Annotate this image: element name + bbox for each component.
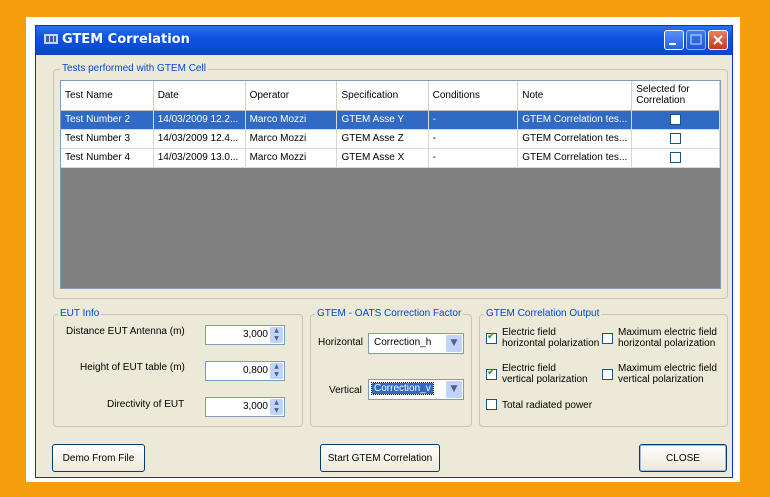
cell-conditions: - — [428, 129, 519, 149]
distance-label: Distance EUT Antenna (m) — [66, 326, 185, 337]
maximize-icon — [690, 34, 702, 45]
correlation-output-legend: GTEM Correlation Output — [484, 308, 602, 319]
efield-vertical-line1: Electric field — [502, 363, 556, 374]
cell-note: GTEM Correlation tes... — [517, 129, 633, 149]
cell-specification: GTEM Asse X — [336, 148, 429, 168]
max-efield-horizontal-checkbox[interactable] — [602, 333, 613, 344]
cell-operator: Marco Mozzi — [245, 148, 338, 168]
height-label: Height of EUT table (m) — [80, 362, 185, 373]
cell-date: 14/03/2009 12.4... — [153, 129, 246, 149]
close-icon — [713, 35, 723, 45]
window-title: GTEM Correlation — [62, 32, 190, 47]
directivity-label: Directivity of EUT — [107, 399, 185, 410]
correction-factor-group: GTEM - OATS Correction Factor — [310, 308, 472, 427]
close-window-button[interactable] — [708, 30, 728, 50]
col-header-conditions[interactable]: Conditions — [428, 81, 519, 111]
efield-horizontal-label: Electric field horizontal polarization — [502, 327, 599, 349]
chevron-down-icon[interactable]: ▼ — [446, 381, 462, 398]
close-button[interactable]: CLOSE — [639, 444, 727, 472]
distance-spinner[interactable]: 3,000 ▲ ▼ — [205, 325, 285, 345]
height-spinner[interactable]: 0,800 ▲ ▼ — [205, 361, 285, 381]
select-checkbox[interactable] — [670, 113, 682, 125]
table-row[interactable]: Test Number 3 14/03/2009 12.4... Marco M… — [61, 129, 720, 149]
cell-date: 14/03/2009 12.2... — [153, 110, 246, 130]
cell-operator: Marco Mozzi — [245, 110, 338, 130]
col-header-note[interactable]: Note — [517, 81, 633, 111]
horizontal-label: Horizontal — [318, 337, 364, 348]
distance-value: 3,000 — [242, 329, 268, 340]
select-checkbox[interactable] — [670, 151, 682, 163]
max-efield-vertical-line2: vertical polarization — [618, 374, 704, 385]
maximize-button — [686, 30, 706, 50]
efield-vertical-checkbox[interactable] — [486, 367, 497, 380]
efield-vertical-label: Electric field vertical polarization — [502, 363, 588, 385]
table-row[interactable]: Test Number 2 14/03/2009 12.2... Marco M… — [61, 110, 720, 130]
max-efield-horizontal-label: Maximum electric field horizontal polariz… — [618, 327, 717, 349]
eut-info-legend: EUT Info — [58, 308, 102, 319]
cell-selected — [631, 148, 720, 168]
total-radiated-power-checkbox[interactable] — [486, 399, 497, 410]
max-efield-vertical-label: Maximum electric field vertical polarizat… — [618, 363, 717, 385]
height-value: 0,800 — [242, 365, 268, 376]
cell-note: GTEM Correlation tes... — [517, 148, 633, 168]
grid-header-row: Test Name Date Operator Specification Co… — [61, 81, 720, 111]
title-bar[interactable]: GTEM Correlation — [36, 26, 732, 55]
cell-note: GTEM Correlation tes... — [517, 110, 633, 130]
spinner-arrows-icon[interactable]: ▲ ▼ — [270, 399, 283, 415]
cell-selected — [631, 110, 720, 130]
app-icon — [44, 34, 58, 44]
cell-test-name: Test Number 4 — [61, 148, 154, 168]
col-header-selected[interactable]: Selected for Correlation — [631, 81, 720, 111]
demo-from-file-button[interactable]: Demo From File — [52, 444, 145, 472]
cell-conditions: - — [428, 110, 519, 130]
correction-factor-legend: GTEM - OATS Correction Factor — [315, 308, 464, 319]
col-header-specification[interactable]: Specification — [336, 81, 429, 111]
vertical-label: Vertical — [329, 385, 362, 396]
vertical-correction-value: Correction_v — [371, 382, 434, 395]
efield-horizontal-checkbox[interactable] — [486, 331, 497, 344]
minimize-button[interactable] — [664, 30, 684, 50]
cell-specification: GTEM Asse Z — [336, 129, 429, 149]
table-row[interactable]: Test Number 4 14/03/2009 13.0... Marco M… — [61, 148, 720, 168]
vertical-correction-select[interactable]: Correction_v ▼ — [368, 379, 464, 400]
chevron-down-icon[interactable]: ▼ — [446, 335, 462, 352]
horizontal-correction-select[interactable]: Correction_h ▼ — [368, 333, 464, 354]
cell-date: 14/03/2009 13.0... — [153, 148, 246, 168]
cell-specification: GTEM Asse Y — [336, 110, 429, 130]
max-efield-horizontal-line1: Maximum electric field — [618, 327, 717, 338]
minimize-icon — [669, 43, 676, 45]
efield-vertical-line2: vertical polarization — [502, 374, 588, 385]
col-header-date[interactable]: Date — [153, 81, 246, 111]
spinner-arrows-icon[interactable]: ▲ ▼ — [270, 363, 283, 379]
directivity-value: 3,000 — [242, 401, 268, 412]
max-efield-vertical-checkbox[interactable] — [602, 369, 613, 380]
horizontal-correction-value: Correction_h — [374, 337, 432, 348]
efield-horizontal-line1: Electric field — [502, 327, 556, 338]
col-header-operator[interactable]: Operator — [245, 81, 338, 111]
directivity-spinner[interactable]: 3,000 ▲ ▼ — [205, 397, 285, 417]
cell-test-name: Test Number 3 — [61, 129, 154, 149]
cell-selected — [631, 129, 720, 149]
tests-group-legend: Tests performed with GTEM Cell — [60, 63, 208, 74]
col-header-test-name[interactable]: Test Name — [61, 81, 154, 111]
total-radiated-power-label: Total radiated power — [502, 400, 593, 411]
max-efield-vertical-line1: Maximum electric field — [618, 363, 717, 374]
select-checkbox[interactable] — [670, 132, 682, 144]
spinner-arrows-icon[interactable]: ▲ ▼ — [270, 327, 283, 343]
efield-horizontal-line2: horizontal polarization — [502, 338, 600, 349]
tests-grid[interactable]: Test Name Date Operator Specification Co… — [60, 80, 721, 289]
cell-operator: Marco Mozzi — [245, 129, 338, 149]
cell-conditions: - — [428, 148, 519, 168]
cell-test-name: Test Number 2 — [61, 110, 154, 130]
max-efield-horizontal-line2: horizontal polarization — [618, 338, 716, 349]
start-gtem-correlation-button[interactable]: Start GTEM Correlation — [320, 444, 440, 472]
